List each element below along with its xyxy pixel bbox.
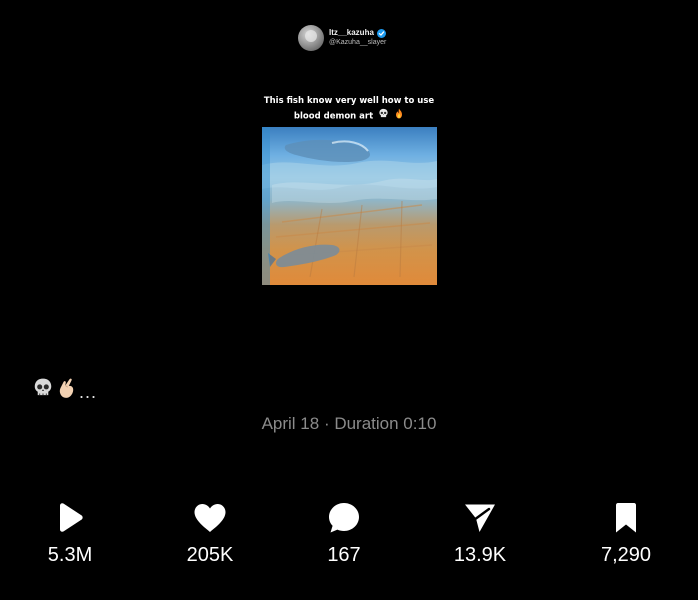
comment-icon <box>327 500 361 536</box>
like-button[interactable]: 205K <box>150 500 270 567</box>
share-icon <box>463 500 497 536</box>
post-text: ... <box>32 377 97 403</box>
embedded-video-thumbnail[interactable] <box>262 127 437 285</box>
handle: @Kazuha__slayer <box>329 39 387 46</box>
post-meta: April 18 · Duration 0:10 <box>261 414 437 433</box>
display-name: Itz__kazuha <box>329 28 374 37</box>
bookmark-icon <box>613 500 639 536</box>
bookmarks-count: 7,290 <box>600 544 652 566</box>
shares-count: 13.9K <box>453 544 507 566</box>
heart-icon <box>193 500 227 536</box>
video-post-screen: Itz__kazuha @Kazuha__slayer This fish kn… <box>0 0 698 600</box>
share-button[interactable]: 13.9K <box>420 500 540 567</box>
views-button[interactable]: 5.3M <box>10 500 130 567</box>
reply-button[interactable]: 167 <box>284 500 404 567</box>
likes-count: 205K <box>186 544 234 566</box>
embedded-tweet-caption: This fish know very well how to use bloo… <box>244 95 454 124</box>
play-icon <box>55 500 85 536</box>
caption-line-1: This fish know very well how to use <box>263 96 435 106</box>
embedded-tweet-names: Itz__kazuha @Kazuha__slayer <box>329 28 386 48</box>
caption-line-2: blood demon art <box>293 111 374 122</box>
views-count: 5.3M <box>47 544 93 566</box>
replies-count: 167 <box>327 544 361 566</box>
pinching-hand-emoji-icon <box>57 377 77 404</box>
skull-emoji-icon <box>378 108 389 124</box>
fire-emoji-icon <box>394 108 404 124</box>
display-name-row: Itz__kazuha <box>329 28 386 38</box>
embedded-tweet-header[interactable]: Itz__kazuha @Kazuha__slayer <box>298 22 386 54</box>
post-text-ellipsis: ... <box>79 381 98 402</box>
bookmark-button[interactable]: 7,290 <box>566 500 686 567</box>
verified-badge-icon <box>376 28 386 38</box>
avatar[interactable] <box>298 25 324 51</box>
caption-line-2-row: blood demon art <box>244 108 454 124</box>
skull-emoji-icon <box>32 377 54 404</box>
